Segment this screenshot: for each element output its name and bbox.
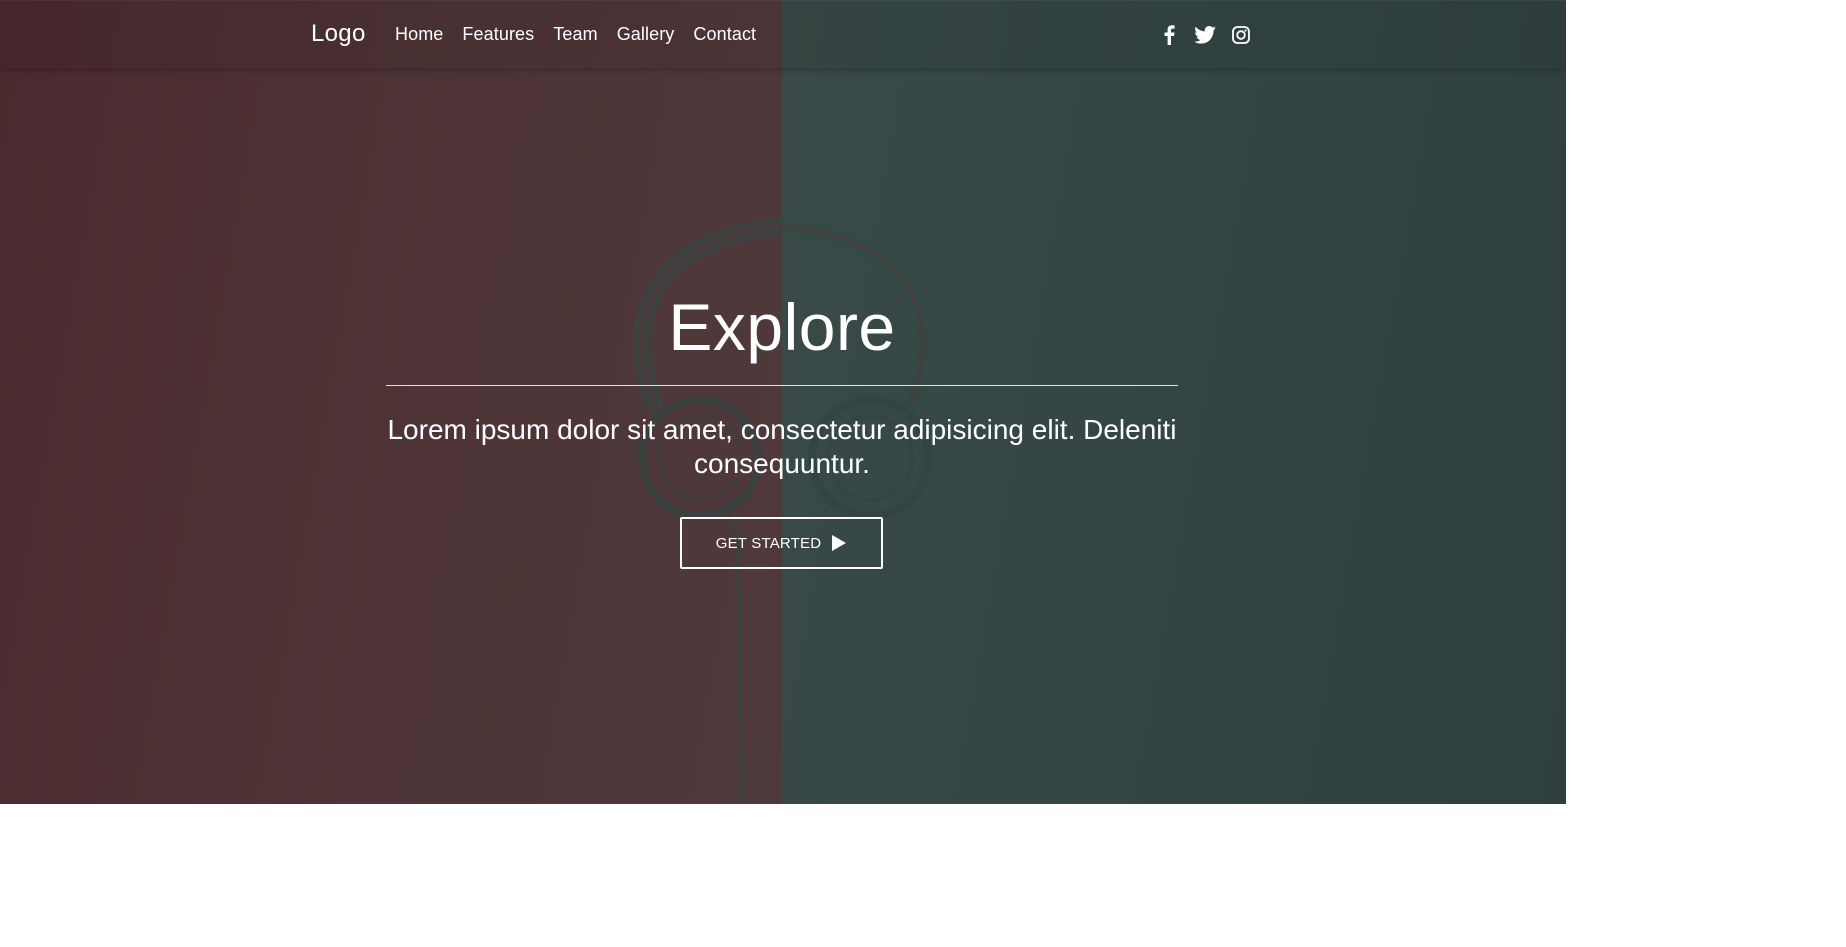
nav-item-features: Features [462, 24, 534, 45]
nav-link-team[interactable]: Team [553, 24, 597, 44]
hero-title: Explore [668, 290, 896, 364]
top-navbar: Logo Home Features Team Gallery Contact [0, 0, 1566, 68]
nav-item-gallery: Gallery [617, 24, 675, 45]
get-started-button[interactable]: GET STARTED [680, 517, 883, 569]
nav-link-home[interactable]: Home [395, 24, 443, 44]
get-started-label: GET STARTED [715, 534, 822, 552]
page-viewport: Logo Home Features Team Gallery Contact … [0, 0, 1566, 804]
nav-link-features[interactable]: Features [462, 24, 534, 44]
facebook-icon[interactable] [1158, 24, 1180, 46]
logo-link[interactable]: Logo [311, 20, 366, 48]
nav-item-team: Team [553, 24, 597, 45]
nav-menu: Home Features Team Gallery Contact [395, 24, 756, 45]
nav-item-home: Home [395, 24, 443, 45]
nav-link-contact[interactable]: Contact [693, 24, 756, 44]
play-icon [832, 535, 847, 551]
hero-divider [386, 385, 1178, 386]
social-links [1158, 24, 1252, 46]
nav-link-gallery[interactable]: Gallery [617, 24, 675, 44]
instagram-icon[interactable] [1230, 24, 1252, 46]
hero-description: Lorem ipsum dolor sit amet, consectetur … [387, 414, 1177, 479]
twitter-icon[interactable] [1194, 24, 1216, 46]
hero-section: Explore Lorem ipsum dolor sit amet, cons… [386, 284, 1178, 481]
nav-item-contact: Contact [693, 24, 756, 45]
